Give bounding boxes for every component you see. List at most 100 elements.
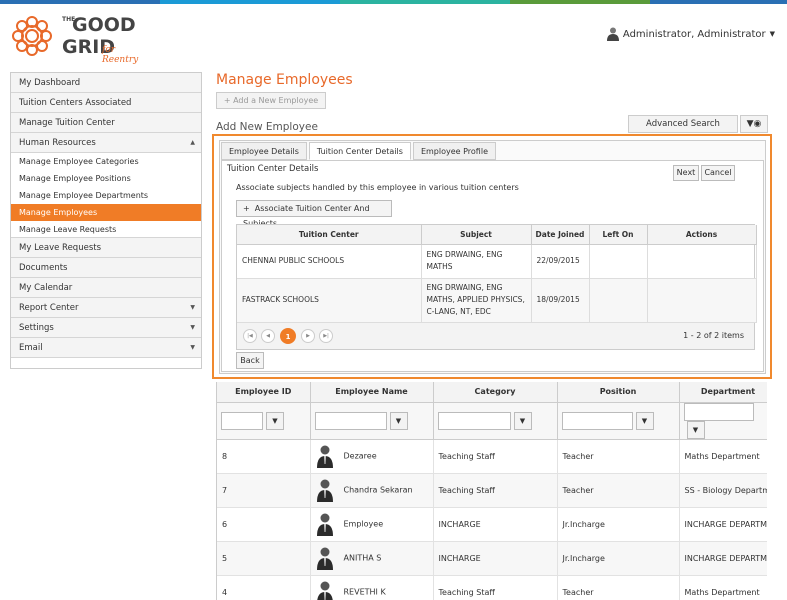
user-menu[interactable]: Administrator, Administrator ▼ bbox=[606, 27, 775, 41]
department-cell: INCHARGE DEPARTMENT bbox=[679, 507, 767, 542]
sidebar-subitem-employee-departments[interactable]: Manage Employee Departments bbox=[11, 187, 201, 204]
tab-employee-profile[interactable]: Employee Profile bbox=[412, 142, 496, 160]
grid-header-row: Employee ID Employee Name Category Posit… bbox=[217, 382, 767, 403]
filter-icon[interactable]: ▼ bbox=[635, 411, 654, 430]
filter-icon[interactable]: ▼ bbox=[686, 420, 705, 439]
current-page-button[interactable]: 1 bbox=[280, 327, 296, 344]
sidebar-item-my-leave-requests[interactable]: My Leave Requests bbox=[11, 238, 201, 258]
employee-avatar-icon bbox=[316, 581, 333, 600]
category-cell: Teaching Staff bbox=[433, 439, 558, 474]
advanced-search-button[interactable]: Advanced Search bbox=[628, 115, 738, 133]
sidebar-item-email[interactable]: Email ▼ bbox=[11, 338, 201, 358]
column-header[interactable]: Subject bbox=[421, 225, 532, 245]
associate-tuition-center-button[interactable]: + Associate Tuition Center And Subjects bbox=[236, 200, 392, 228]
table-row[interactable]: 5 ANITHA S INCHARGE Jr.Incharge INCHARGE… bbox=[217, 541, 767, 576]
sidebar-item-label: Tuition Centers Associated bbox=[19, 98, 132, 108]
column-header[interactable]: Actions bbox=[647, 225, 757, 245]
category-cell: INCHARGE bbox=[433, 541, 558, 576]
column-header-category[interactable]: Category bbox=[433, 382, 558, 403]
column-header[interactable]: Date Joined bbox=[531, 225, 590, 245]
filter-cell: ▼ bbox=[433, 402, 558, 440]
sidebar-subitem-manage-employees[interactable]: Manage Employees bbox=[11, 204, 201, 221]
column-header-department[interactable]: Department bbox=[679, 382, 767, 403]
first-page-icon[interactable]: |◀ bbox=[243, 328, 257, 343]
sidebar-subitem-employee-categories[interactable]: Manage Employee Categories bbox=[11, 153, 201, 170]
sidebar-item-label: Human Resources bbox=[19, 138, 96, 148]
subject-line: MATHS, APPLIED PHYSICS, bbox=[426, 295, 525, 304]
actions-cell bbox=[647, 278, 757, 323]
employee-id-cell: 8 bbox=[217, 439, 311, 474]
chevron-down-icon: ▼ bbox=[190, 344, 195, 351]
sidebar-item-label: Manage Tuition Center bbox=[19, 118, 115, 128]
filter-icon[interactable]: ▼ bbox=[266, 411, 284, 430]
employee-name: Chandra Sekaran bbox=[343, 485, 413, 495]
logo-tagline: for Reentry bbox=[102, 45, 139, 65]
column-header-position[interactable]: Position bbox=[557, 382, 680, 403]
left-on-cell bbox=[589, 244, 648, 279]
next-button[interactable]: Next bbox=[673, 165, 699, 181]
category-filter-input[interactable] bbox=[437, 411, 511, 430]
sidebar-item-human-resources[interactable]: Human Resources ▲ bbox=[11, 133, 201, 153]
sidebar-item-my-calendar[interactable]: My Calendar bbox=[11, 278, 201, 298]
sidebar-subitem-employee-positions[interactable]: Manage Employee Positions bbox=[11, 170, 201, 187]
cancel-button[interactable]: Cancel bbox=[701, 165, 735, 181]
chevron-down-icon: ▼ bbox=[190, 324, 195, 331]
employee-name-filter-input[interactable] bbox=[314, 411, 387, 430]
column-header-employee-id[interactable]: Employee ID bbox=[217, 382, 311, 403]
position-filter-input[interactable] bbox=[561, 411, 633, 430]
table-row[interactable]: 8 Dezaree Teaching Staff Teacher Maths D… bbox=[217, 439, 767, 474]
department-filter-input[interactable] bbox=[683, 402, 754, 421]
filter-cell: ▼ bbox=[310, 402, 434, 440]
category-cell: INCHARGE bbox=[433, 507, 558, 542]
employee-name: Dezaree bbox=[343, 451, 377, 461]
category-cell: Teaching Staff bbox=[433, 473, 558, 508]
employee-id-filter-input[interactable] bbox=[221, 411, 263, 430]
panel-title: Tuition Center Details bbox=[227, 164, 319, 174]
flower-logo-icon bbox=[12, 16, 52, 56]
table-row: FASTRACK SCHOOLS ENG DRWAING, ENG MATHS, … bbox=[237, 278, 757, 323]
sidebar-item-label: My Leave Requests bbox=[19, 243, 102, 253]
subject-line: ENG DRWAING, ENG bbox=[426, 250, 503, 259]
subject-cell: ENG DRWAING, ENG MATHS, APPLIED PHYSICS, C… bbox=[421, 278, 532, 323]
tab-employee-details[interactable]: Employee Details bbox=[221, 142, 307, 160]
subject-line: MATHS bbox=[426, 262, 453, 271]
column-header[interactable]: Left On bbox=[589, 225, 648, 245]
employee-id-cell: 7 bbox=[217, 473, 311, 508]
sidebar-item-my-dashboard[interactable]: My Dashboard bbox=[11, 73, 201, 93]
table-row[interactable]: 7 Chandra Sekaran Teaching Staff Teacher… bbox=[217, 473, 767, 508]
back-button[interactable]: Back bbox=[236, 352, 264, 369]
next-page-icon[interactable]: ▶ bbox=[301, 328, 315, 343]
add-employee-label: Add a New Employee bbox=[233, 96, 319, 105]
logo-good-text: GOOD bbox=[72, 14, 136, 36]
grid-filter-row: ▼ ▼ ▼ ▼ ▼ bbox=[217, 402, 767, 440]
sidebar-item-manage-tuition-center[interactable]: Manage Tuition Center bbox=[11, 113, 201, 133]
filter-icon[interactable]: ▼ bbox=[513, 411, 532, 430]
sidebar-spacer bbox=[11, 358, 201, 368]
column-header[interactable]: Tuition Center bbox=[237, 225, 422, 245]
add-employee-button[interactable]: + Add a New Employee bbox=[216, 92, 326, 109]
last-page-icon[interactable]: ▶| bbox=[319, 328, 333, 343]
tuition-center-grid: Tuition Center Subject Date Joined Left … bbox=[236, 224, 757, 350]
sidebar-subitem-label: Manage Leave Requests bbox=[19, 225, 117, 234]
tab-tuition-center-details[interactable]: Tuition Center Details bbox=[308, 142, 411, 160]
sidebar-item-report-center[interactable]: Report Center ▼ bbox=[11, 298, 201, 318]
subject-cell: ENG DRWAING, ENG MATHS bbox=[421, 244, 532, 279]
grid-pager: |◀ ◀ 1 ▶ ▶| 1 - 2 of 2 items bbox=[237, 322, 754, 349]
filter-cell: ▼ bbox=[679, 402, 767, 440]
sidebar-item-label: Email bbox=[19, 343, 43, 353]
prev-page-icon[interactable]: ◀ bbox=[261, 328, 275, 343]
date-joined-cell: 22/09/2015 bbox=[531, 244, 590, 279]
sidebar-subitem-leave-requests[interactable]: Manage Leave Requests bbox=[11, 221, 201, 238]
sidebar-item-tuition-centers-associated[interactable]: Tuition Centers Associated bbox=[11, 93, 201, 113]
table-row[interactable]: 6 Employee INCHARGE Jr.Incharge INCHARGE… bbox=[217, 507, 767, 542]
department-cell: SS - Biology Department bbox=[679, 473, 767, 508]
filter-icon[interactable]: ▼ bbox=[389, 411, 408, 430]
app-logo[interactable]: THE GOOD GRID for Reentry bbox=[10, 12, 150, 65]
column-header-employee-name[interactable]: Employee Name bbox=[310, 382, 434, 403]
filter-toggle-button[interactable]: ▼◉ bbox=[740, 115, 768, 133]
position-cell: Jr.Incharge bbox=[557, 507, 680, 542]
table-row[interactable]: 4 REVETHI K Teaching Staff Teacher Maths… bbox=[217, 575, 767, 600]
user-avatar-icon bbox=[606, 27, 619, 41]
sidebar-item-documents[interactable]: Documents bbox=[11, 258, 201, 278]
sidebar-item-settings[interactable]: Settings ▼ bbox=[11, 318, 201, 338]
